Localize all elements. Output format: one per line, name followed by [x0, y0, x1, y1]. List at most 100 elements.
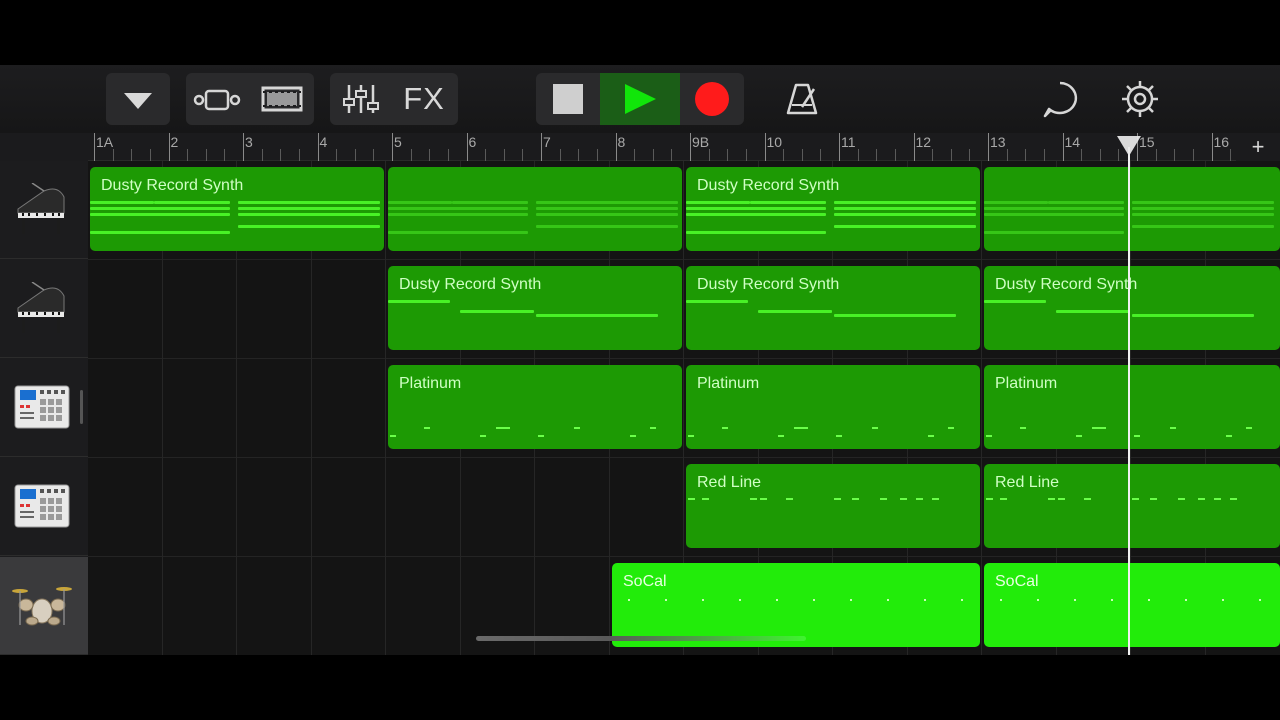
- dropdown-icon: [124, 93, 152, 109]
- mixer-button[interactable]: [332, 73, 390, 125]
- tracks-dropdown-button[interactable]: [106, 73, 170, 125]
- region-dusty-record-synth[interactable]: Dusty Record Synth: [388, 266, 682, 350]
- ruler-tick: [801, 149, 803, 161]
- region-dusty-record-synth-continuation[interactable]: [984, 167, 1280, 251]
- midi-note: [1132, 225, 1274, 228]
- track-header-drum-machine-1[interactable]: [0, 359, 88, 457]
- ruler-bar-label: 2: [170, 134, 179, 150]
- metronome-button[interactable]: [776, 73, 828, 125]
- midi-note: [1132, 213, 1274, 216]
- region-red-line[interactable]: Red Line: [984, 464, 1280, 548]
- midi-note: [702, 599, 704, 601]
- region-dusty-record-synth[interactable]: Dusty Record Synth: [686, 266, 980, 350]
- grand-piano-icon: [17, 282, 65, 333]
- midi-note: [1226, 435, 1232, 437]
- midi-note: [1150, 498, 1157, 500]
- ruler-bar-label: 15: [1139, 134, 1155, 150]
- track-row-divider: [88, 556, 1280, 557]
- track-header-piano-1[interactable]: [0, 161, 88, 259]
- midi-note: [1132, 314, 1254, 317]
- loop-browser-button[interactable]: [1034, 73, 1086, 125]
- ruler[interactable]: + 1A 2 3 4 5 6 7 8 9B 10 11 12 13 14 15 16: [88, 133, 1280, 161]
- region-title: Dusty Record Synth: [697, 177, 840, 194]
- region-platinum[interactable]: Platinum: [388, 365, 682, 449]
- ruler-tick: [820, 149, 822, 161]
- play-button[interactable]: [600, 73, 680, 125]
- settings-button[interactable]: [1114, 73, 1166, 125]
- midi-note: [1132, 207, 1274, 210]
- midi-note: [1230, 498, 1237, 500]
- midi-note: [1056, 310, 1130, 313]
- region-red-line[interactable]: Red Line: [686, 464, 980, 548]
- region-platinum[interactable]: Platinum: [686, 365, 980, 449]
- midi-note: [834, 225, 976, 228]
- browser-button[interactable]: [252, 73, 312, 125]
- midi-note: [538, 435, 544, 437]
- midi-note: [760, 498, 767, 500]
- fx-button[interactable]: FX: [392, 73, 456, 125]
- region-platinum[interactable]: Platinum: [984, 365, 1280, 449]
- midi-note: [1000, 498, 1007, 500]
- ruler-tick: [578, 149, 580, 161]
- midi-note: [665, 599, 667, 601]
- view-buttons-group: [186, 73, 314, 125]
- ruler-bar-label: 16: [1213, 134, 1230, 150]
- record-button[interactable]: [680, 73, 744, 125]
- stop-icon: [553, 84, 583, 114]
- midi-note: [1084, 498, 1091, 500]
- track-header-piano-2[interactable]: [0, 260, 88, 358]
- stop-button[interactable]: [536, 73, 600, 125]
- region-socal[interactable]: SoCal: [612, 563, 980, 647]
- play-icon: [625, 84, 656, 114]
- midi-note: [834, 207, 976, 210]
- midi-note: [758, 310, 832, 313]
- region-title: Dusty Record Synth: [399, 276, 542, 293]
- ruler-tick: [615, 133, 617, 161]
- ruler-tick: [541, 133, 542, 161]
- ruler-tick: [1192, 149, 1194, 161]
- midi-note: [688, 435, 694, 437]
- track-resize-handle[interactable]: [80, 390, 83, 424]
- ruler-tick: [503, 149, 505, 161]
- region-dusty-record-synth-continuation[interactable]: [388, 167, 682, 251]
- arrangement-area[interactable]: Dusty Record Synth Dusty Record Synth Du…: [88, 161, 1280, 655]
- midi-note: [238, 213, 380, 216]
- ruler-tick: [708, 149, 710, 161]
- loop-icon: [1043, 81, 1078, 118]
- region-title: Red Line: [697, 474, 762, 491]
- ruler-tick: [485, 149, 487, 161]
- track-header-drum-machine-2[interactable]: [0, 458, 88, 556]
- midi-note: [1111, 599, 1113, 601]
- letterbox-top: [0, 0, 1280, 65]
- midi-note: [238, 201, 380, 204]
- add-section-button[interactable]: +: [1236, 133, 1280, 161]
- midi-note: [984, 213, 1124, 216]
- midi-note: [1214, 498, 1221, 500]
- midi-note: [880, 498, 887, 500]
- midi-note: [1222, 599, 1224, 601]
- ruler-tick: [94, 133, 95, 161]
- record-icon: [695, 82, 729, 116]
- ruler-tick: [112, 149, 114, 161]
- playhead-handle[interactable]: [1117, 136, 1141, 156]
- ruler-tick: [652, 149, 654, 161]
- metronome-icon: [786, 83, 818, 115]
- region-socal[interactable]: SoCal: [984, 563, 1280, 647]
- midi-note: [154, 201, 230, 204]
- midi-note: [1020, 427, 1026, 429]
- midi-note: [900, 498, 907, 500]
- horizontal-scroll-indicator[interactable]: [476, 636, 806, 641]
- letterbox-bottom: [0, 655, 1280, 720]
- region-dusty-record-synth[interactable]: Dusty Record Synth: [686, 167, 980, 251]
- region-dusty-record-synth[interactable]: Dusty Record Synth: [984, 266, 1280, 350]
- track-header-drums[interactable]: [0, 557, 88, 655]
- ruler-tick: [392, 133, 393, 161]
- ruler-bar-label: 5: [394, 134, 402, 150]
- midi-note: [686, 300, 748, 303]
- ruler-tick: [764, 133, 766, 161]
- ruler-tick: [596, 149, 598, 161]
- region-dusty-record-synth[interactable]: Dusty Record Synth: [90, 167, 384, 251]
- tracks-view-button[interactable]: [190, 73, 250, 125]
- midi-note: [722, 427, 728, 429]
- region-title: Red Line: [995, 474, 1060, 491]
